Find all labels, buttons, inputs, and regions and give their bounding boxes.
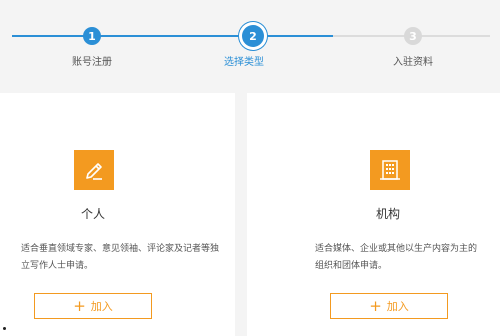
plus-icon: +	[73, 296, 86, 315]
step-progress-line	[263, 35, 333, 37]
join-button-label: 加入	[386, 300, 409, 313]
step-1-label: 账号注册	[72, 57, 112, 68]
plus-icon: +	[369, 296, 382, 315]
organization-type-card: 机构 适合媒体、企业或其他以生产内容为主的组织和团体申请。 + 加入	[247, 93, 500, 336]
join-individual-button[interactable]: + 加入	[34, 293, 152, 319]
card-title: 机构	[376, 207, 401, 221]
card-description: 适合媒体、企业或其他以生产内容为主的组织和团体申请。	[315, 244, 478, 271]
step-progress-line	[12, 35, 241, 37]
step-3-label: 入驻资料	[393, 57, 433, 68]
registration-stepper: 1 2 3 账号注册 选择类型 入驻资料	[0, 0, 500, 92]
stray-dot	[3, 327, 6, 330]
card-title: 个人	[81, 207, 106, 221]
join-button-label: 加入	[90, 300, 113, 313]
step-1-indicator: 1	[83, 27, 101, 45]
building-icon	[370, 150, 410, 190]
step-3-indicator: 3	[404, 27, 422, 45]
card-description: 适合垂直领域专家、意见领袖、评论家及记者等独立写作人士申请。	[21, 244, 220, 271]
join-organization-button[interactable]: + 加入	[330, 293, 448, 319]
individual-type-card: 个人 适合垂直领域专家、意见领袖、评论家及记者等独立写作人士申请。 + 加入	[0, 93, 235, 336]
step-2-indicator: 2	[242, 25, 264, 47]
pencil-edit-icon	[74, 150, 114, 190]
step-2-label: 选择类型	[224, 57, 264, 68]
